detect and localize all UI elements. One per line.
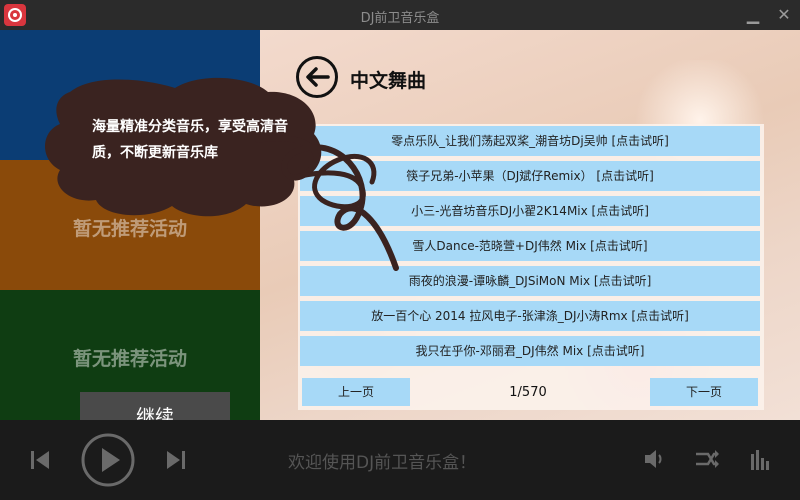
volume-icon[interactable] [642,447,666,475]
back-arrow-icon [306,67,330,87]
next-icon[interactable] [164,448,188,476]
window-title: DJ前卫音乐盒 [360,11,440,26]
player-bar: 欢迎使用DJ前卫音乐盒！ [0,420,800,500]
welcome-message: 欢迎使用DJ前卫音乐盒！ [288,453,477,473]
song-item[interactable]: 放一百个心 2014 拉风电子-张津涤_DJ小涛Rmx [点击试听] [300,301,760,331]
tile-label: 暂无推荐活动 [72,218,187,240]
previous-icon[interactable] [28,448,52,476]
song-item[interactable]: 筷子兄弟-小苹果（DJ斌仔Remix） [点击试听] [300,161,760,191]
previous-page-button[interactable]: 上一页 [302,378,410,406]
page-indicator: 1/570 [509,385,547,400]
play-icon[interactable] [80,432,136,492]
song-item[interactable]: 雪人Dance-范晓萱+DJ伟然 Mix [点击试听] [300,231,760,261]
song-item[interactable]: 零点乐队_让我们荡起双桨_潮音坊Dj吴帅 [点击试听] [300,126,760,156]
next-page-button[interactable]: 下一页 [650,378,758,406]
song-item[interactable]: 雨夜的浪漫-谭咏麟_DJSiMoN Mix [点击试听] [300,266,760,296]
sidebar-tile-hot[interactable]: 昨日人气 [0,30,260,160]
sidebar-tile-activity-1[interactable]: 暂无推荐活动 [0,160,260,290]
back-button[interactable] [296,56,338,98]
section-title: 中文舞曲 [350,70,427,92]
shuffle-icon[interactable] [694,448,720,474]
tile-label: 昨日人气 [91,84,168,106]
minimize-button[interactable]: ▁ [742,4,764,26]
title-bar: DJ前卫音乐盒 ▁ ✕ [0,0,800,30]
song-item[interactable]: 我只在乎你-邓丽君_DJ伟然 Mix [点击试听] [300,336,760,366]
song-item[interactable]: 小三-光音坊音乐DJ小翟2K14Mix [点击试听] [300,196,760,226]
tile-label: 暂无推荐活动 [72,348,187,370]
equalizer-icon[interactable] [750,448,772,474]
song-list-panel: 零点乐队_让我们荡起双桨_潮音坊Dj吴帅 [点击试听] 筷子兄弟-小苹果（DJ斌… [298,124,764,410]
close-button[interactable]: ✕ [773,4,795,26]
